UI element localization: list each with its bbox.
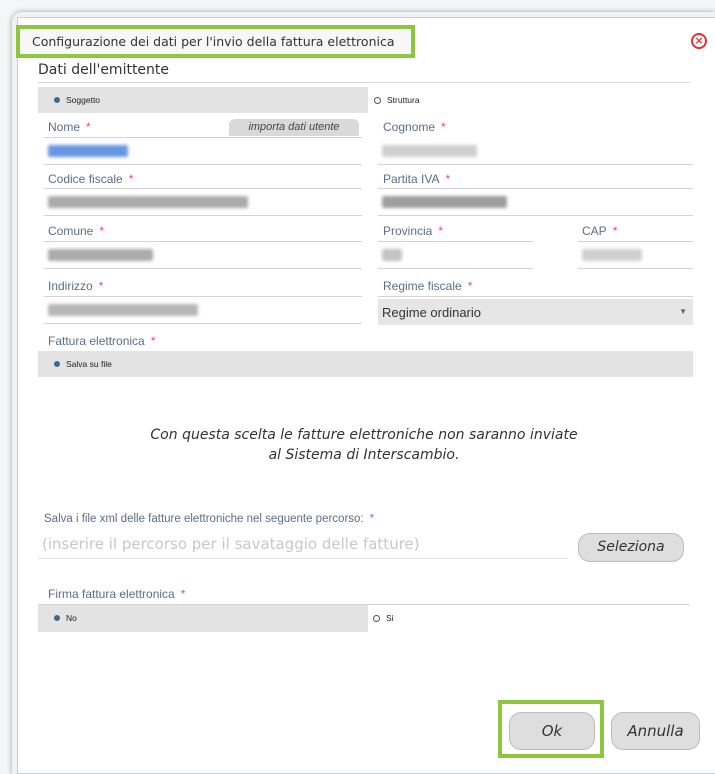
radio-label: Soggetto (66, 95, 101, 105)
radio-struttura[interactable]: Struttura (374, 95, 420, 105)
provincia-field[interactable] (378, 242, 533, 269)
cap-label: CAP * (582, 224, 618, 238)
info-message-line: al Sistema di Interscambio. (268, 447, 460, 463)
info-message-line: Con questa scelta le fatture elettronich… (150, 427, 578, 443)
radio-unselected-icon (374, 96, 381, 104)
codice-fiscale-field[interactable] (44, 189, 362, 216)
radio-label: Salva su file (66, 359, 112, 369)
config-dialog (17, 17, 715, 774)
chevron-down-icon: ▼ (679, 307, 687, 316)
radio-soggetto[interactable]: Soggetto (38, 87, 368, 113)
firma-label: Firma fattura elettronica * (48, 587, 186, 601)
redacted-value (382, 249, 402, 261)
radio-firma-si[interactable]: Si (373, 613, 394, 623)
redacted-value (382, 145, 477, 157)
redacted-value (582, 249, 642, 261)
radio-selected-icon (54, 361, 60, 367)
redacted-value (48, 196, 248, 208)
radio-selected-icon (54, 615, 60, 621)
redacted-value (48, 304, 198, 316)
nome-label: Nome * (48, 120, 91, 134)
regime-fiscale-select[interactable]: Regime ordinario ▼ (378, 299, 693, 325)
codice-fiscale-label: Codice fiscale * (48, 172, 134, 186)
radio-selected-icon (54, 97, 60, 103)
comune-field[interactable] (44, 242, 362, 269)
nome-field[interactable] (44, 138, 362, 165)
partita-iva-field[interactable] (378, 189, 693, 216)
fattura-elettronica-label: Fattura elettronica * (48, 334, 156, 348)
radio-label: Struttura (387, 95, 420, 105)
ok-button[interactable]: Ok (509, 712, 595, 750)
indirizzo-label: Indirizzo * (48, 279, 104, 293)
close-icon[interactable]: × (691, 33, 707, 49)
partita-iva-label: Partita IVA * (383, 172, 451, 186)
regime-fiscale-value: Regime ordinario (382, 305, 481, 320)
import-user-data-button[interactable]: importa dati utente (229, 119, 359, 136)
radio-label: No (66, 613, 77, 623)
path-placeholder: (inserire il percorso per il savataggio … (42, 535, 420, 553)
provincia-label: Provincia * (383, 224, 444, 238)
select-path-button[interactable]: Seleziona (578, 533, 684, 562)
section-divider (38, 82, 690, 83)
comune-label: Comune * (48, 224, 105, 238)
redacted-value (48, 145, 128, 157)
cancel-button[interactable]: Annulla (611, 712, 700, 750)
cognome-field[interactable] (378, 138, 693, 165)
path-label: Salva i file xml delle fatture elettroni… (44, 513, 375, 525)
indirizzo-field[interactable] (44, 297, 362, 324)
cognome-label: Cognome * (383, 120, 446, 134)
cap-field[interactable] (578, 242, 693, 269)
dialog-title: Configurazione dei dati per l'invio dell… (32, 34, 395, 49)
redacted-value (382, 196, 507, 208)
section-title-emitter: Dati dell'emittente (38, 62, 170, 78)
regime-fiscale-label: Regime fiscale * (383, 279, 473, 293)
radio-salva-su-file[interactable]: Salva su file (38, 351, 693, 377)
radio-label: Si (386, 613, 394, 623)
divider (378, 296, 693, 297)
redacted-value (48, 249, 153, 261)
path-input[interactable]: (inserire il percorso per il savataggio … (38, 532, 568, 559)
radio-firma-no[interactable]: No (38, 605, 368, 632)
info-message: Con questa scelta le fatture elettronich… (38, 425, 690, 465)
radio-unselected-icon (373, 614, 380, 622)
